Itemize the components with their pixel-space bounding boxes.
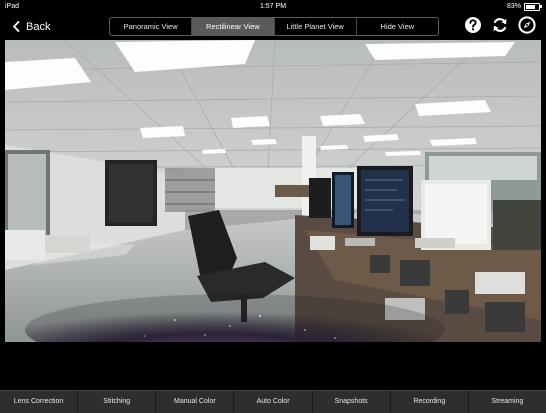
manual-color-button[interactable]: Manual Color	[156, 391, 235, 413]
snapshots-button[interactable]: Snapshots	[313, 391, 391, 413]
battery-percent: 83%	[506, 3, 521, 10]
battery-status: 83%	[506, 0, 542, 13]
status-bar: iPad 1:57 PM 83%	[0, 0, 546, 13]
segment-hide-view[interactable]: Hide View	[357, 18, 438, 35]
help-icon[interactable]	[464, 16, 482, 34]
battery-icon	[524, 2, 542, 11]
back-button[interactable]: Back	[12, 17, 50, 36]
auto-color-button[interactable]: Auto Color	[234, 391, 313, 413]
stitching-button[interactable]: Stitching	[78, 391, 157, 413]
segment-panoramic-view[interactable]: Panoramic View	[110, 18, 193, 35]
nav-bar: Back Panoramic View Rectilinear View Lit…	[0, 13, 546, 40]
chevron-left-icon	[13, 21, 20, 32]
compass-icon[interactable]	[518, 16, 536, 34]
lens-correction-button[interactable]: Lens Correction	[0, 391, 79, 413]
streaming-button[interactable]: Streaming	[469, 391, 546, 413]
status-time: 1:57 PM	[259, 3, 287, 10]
back-label: Back	[26, 20, 51, 33]
segment-little-planet-view[interactable]: Little Planet View	[275, 18, 357, 35]
segment-rectilinear-view[interactable]: Rectilinear View	[192, 18, 275, 35]
panorama-viewport[interactable]	[5, 40, 541, 342]
nav-icon-group	[464, 16, 536, 34]
refresh-icon[interactable]	[491, 16, 509, 34]
office-scene-image	[5, 40, 541, 342]
bottom-toolbar: Lens Correction Stitching Manual Color A…	[0, 390, 546, 413]
recording-button[interactable]: Recording	[391, 391, 469, 413]
viewer-letterbox	[0, 342, 546, 390]
view-mode-selector: Panoramic View Rectilinear View Little P…	[109, 17, 439, 36]
